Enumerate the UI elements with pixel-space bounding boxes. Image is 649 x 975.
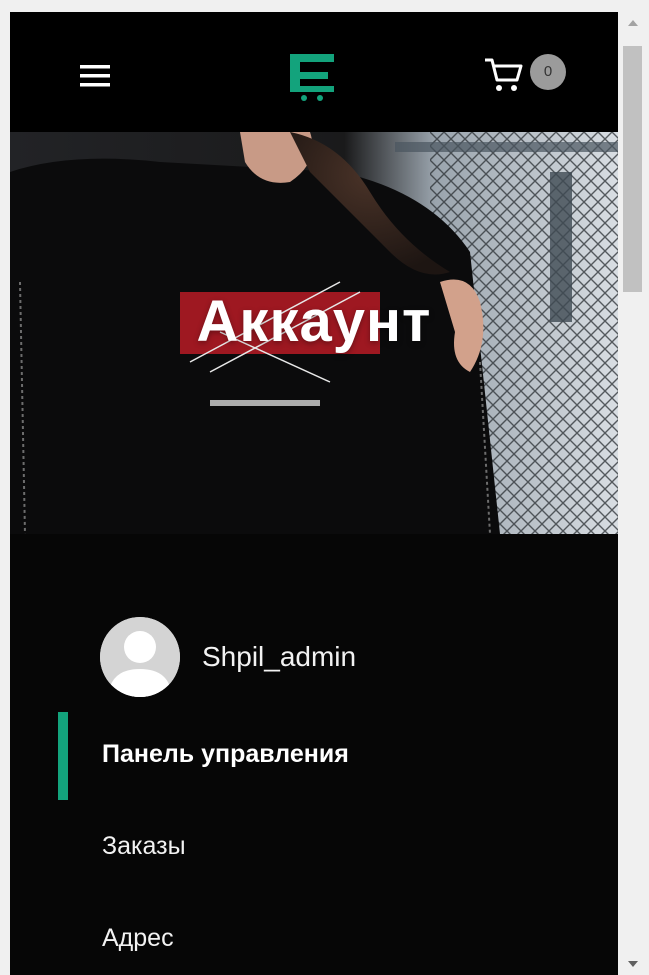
scrollbar-thumb[interactable]	[623, 46, 642, 292]
username: Shpil_admin	[202, 641, 357, 672]
vertical-scrollbar[interactable]	[620, 12, 645, 975]
site-header: 0	[10, 12, 618, 132]
user-profile: Shpil_admin	[100, 616, 356, 698]
nav-item-address[interactable]: Адрес	[10, 892, 618, 975]
nav-item-orders[interactable]: Заказы	[10, 800, 618, 892]
scroll-down-arrow-icon[interactable]	[620, 953, 645, 975]
nav-item-label: Заказы	[102, 831, 186, 860]
nav-item-label: Адрес	[102, 923, 174, 952]
page-title: Аккаунт	[196, 289, 432, 354]
menu-button[interactable]	[74, 56, 116, 96]
cart-count-badge: 0	[530, 54, 566, 90]
cart-e-logo-icon[interactable]	[284, 46, 340, 102]
user-avatar-icon[interactable]	[100, 617, 180, 697]
cart-button[interactable]: 0	[482, 52, 582, 96]
shopping-cart-icon	[485, 58, 523, 91]
nav-item-label: Панель управления	[102, 739, 349, 768]
page-viewport: 0 Аккаунт Shpil_admin Панель управления …	[10, 12, 618, 975]
nav-item-dashboard[interactable]: Панель управления	[10, 708, 618, 800]
scroll-up-arrow-icon[interactable]	[620, 12, 645, 34]
hero-banner: Аккаунт	[10, 132, 618, 534]
account-nav: Панель управления Заказы Адрес	[10, 708, 618, 975]
hamburger-menu-icon	[80, 65, 110, 87]
account-section: Shpil_admin Панель управления Заказы Адр…	[10, 534, 618, 975]
avatar-silhouette-icon	[100, 617, 180, 697]
